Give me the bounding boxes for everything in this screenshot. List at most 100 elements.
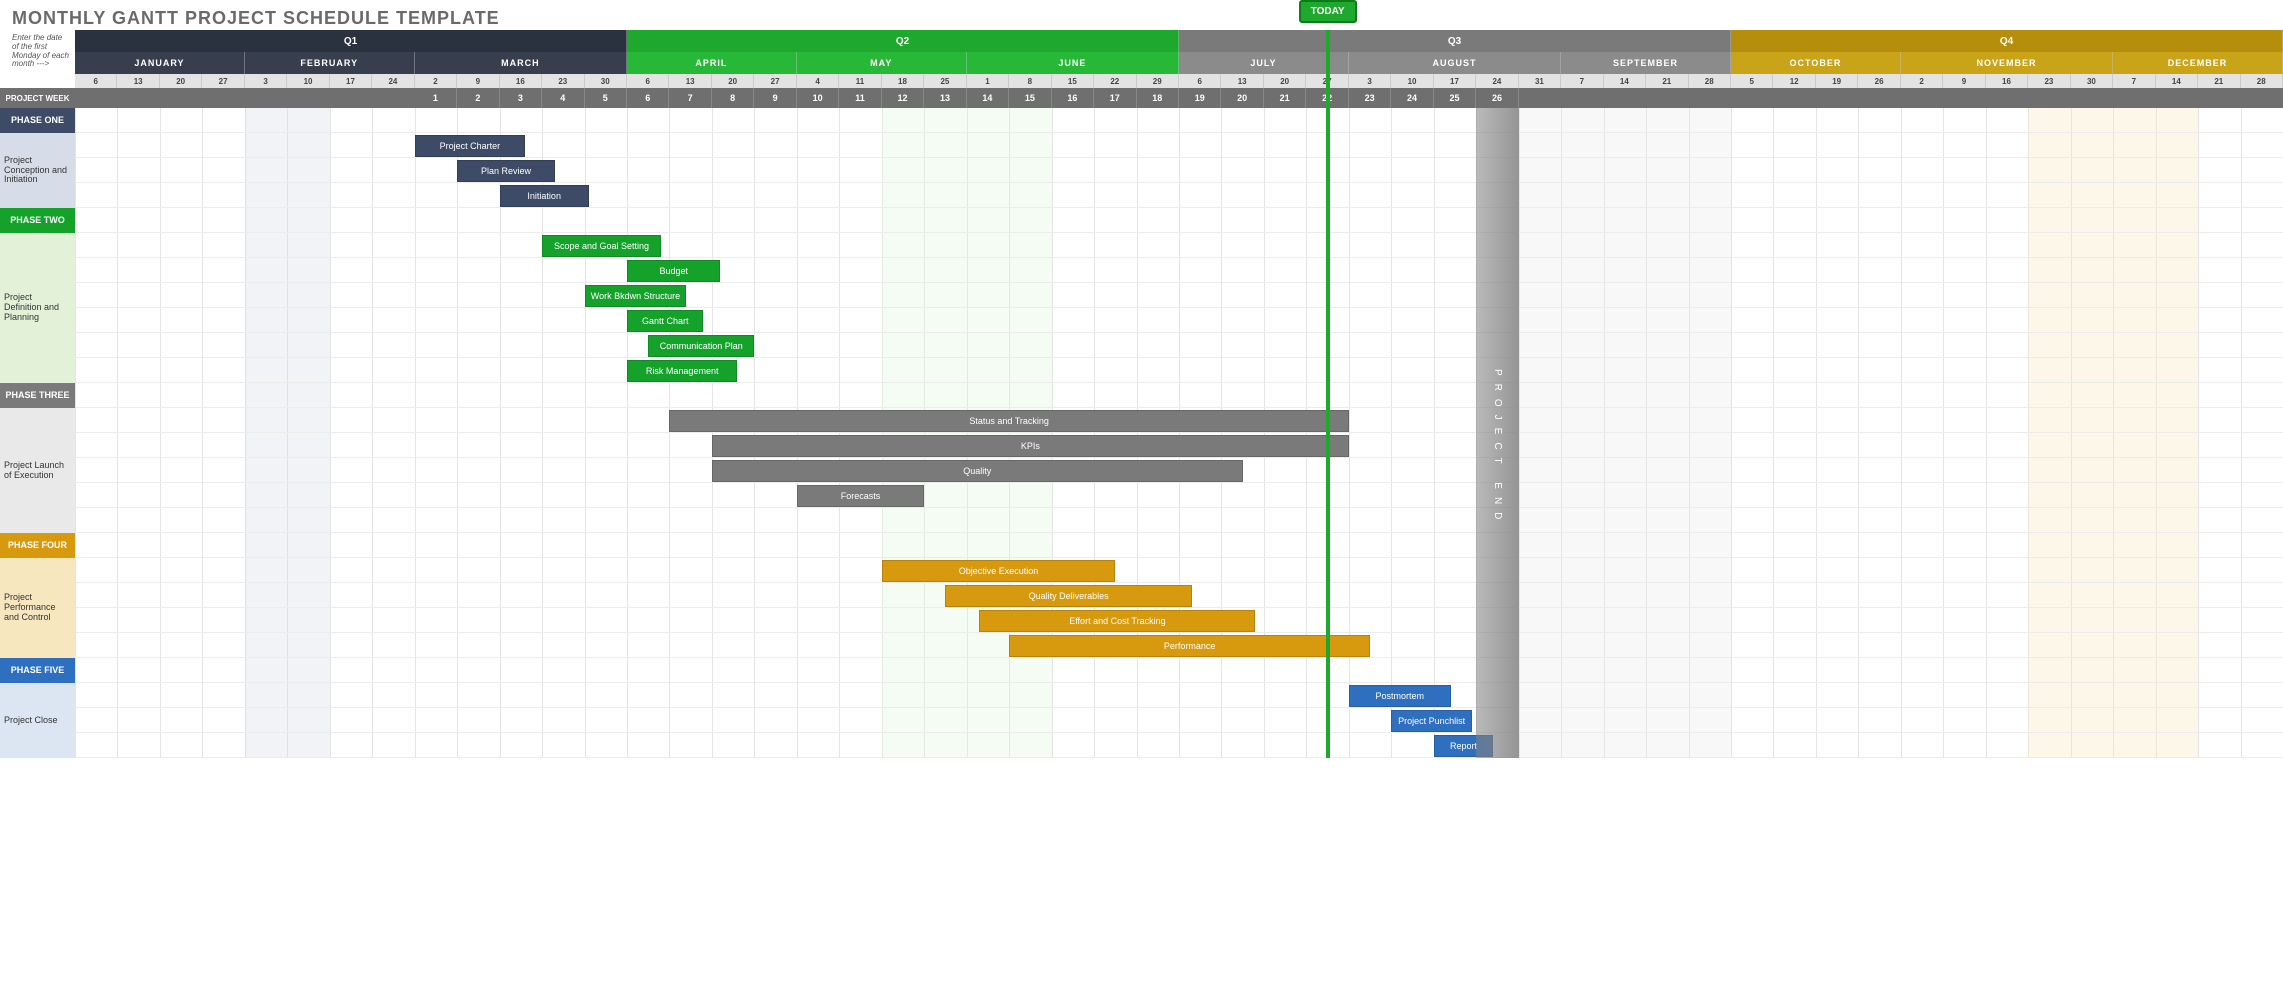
phase-header: PHASE FIVE xyxy=(0,658,75,683)
week-date: 6 xyxy=(627,74,669,88)
gantt-bar[interactable]: Quality Deliverables xyxy=(945,585,1191,607)
phase-header: PHASE FOUR xyxy=(0,533,75,558)
phase-desc: Project Performance and Control xyxy=(0,558,75,658)
week-date: 10 xyxy=(287,74,329,88)
week-date: 13 xyxy=(117,74,159,88)
month-header: APRIL xyxy=(627,52,797,74)
gantt-bar[interactable]: Project Charter xyxy=(415,135,525,157)
phase-desc: Project Conception and Initiation xyxy=(0,133,75,208)
week-date: 8 xyxy=(1009,74,1051,88)
week-date: 23 xyxy=(2028,74,2070,88)
today-marker xyxy=(1326,30,1330,758)
gantt-bar[interactable]: KPIs xyxy=(712,435,1349,457)
week-date: 15 xyxy=(1052,74,1094,88)
quarter-header: Q2 xyxy=(627,30,1179,52)
project-week-num: 6 xyxy=(627,88,669,108)
week-date: 27 xyxy=(754,74,796,88)
project-week-num: 3 xyxy=(500,88,542,108)
week-date: 30 xyxy=(585,74,627,88)
gantt-bar[interactable]: Risk Management xyxy=(627,360,737,382)
project-week-num: 4 xyxy=(542,88,584,108)
today-flag: TODAY xyxy=(1299,0,1357,23)
gantt-bar[interactable]: Project Punchlist xyxy=(1391,710,1472,732)
project-week-num: 24 xyxy=(1391,88,1433,108)
phase-desc: Project Definition and Planning xyxy=(0,233,75,383)
week-date: 14 xyxy=(2156,74,2198,88)
project-week-num: 16 xyxy=(1052,88,1094,108)
phase-header: PHASE ONE xyxy=(0,108,75,133)
week-date: 24 xyxy=(372,74,414,88)
project-week-label: PROJECT WEEK xyxy=(0,88,75,108)
project-week-num: 12 xyxy=(882,88,924,108)
gantt-bar[interactable]: Performance xyxy=(1009,635,1370,657)
project-week-num: 5 xyxy=(585,88,627,108)
gantt-bar[interactable]: Communication Plan xyxy=(648,335,754,357)
week-date: 17 xyxy=(1434,74,1476,88)
week-date: 21 xyxy=(1646,74,1688,88)
week-date: 13 xyxy=(669,74,711,88)
gantt-bar[interactable]: Forecasts xyxy=(797,485,924,507)
project-week-num: 20 xyxy=(1221,88,1263,108)
month-header: AUGUST xyxy=(1349,52,1561,74)
week-date: 17 xyxy=(330,74,372,88)
project-week-num: 25 xyxy=(1434,88,1476,108)
month-header: SEPTEMBER xyxy=(1561,52,1731,74)
week-date: 2 xyxy=(1901,74,1943,88)
month-header: OCTOBER xyxy=(1731,52,1901,74)
gantt-bar[interactable]: Work Bkdwn Structure xyxy=(585,285,687,307)
project-end-marker: PROJECT END xyxy=(1476,108,1518,758)
week-date: 2 xyxy=(415,74,457,88)
project-week-num: 11 xyxy=(839,88,881,108)
week-date: 29 xyxy=(1137,74,1179,88)
week-date: 21 xyxy=(2198,74,2240,88)
week-date: 20 xyxy=(160,74,202,88)
phase-desc: Project Close xyxy=(0,683,75,758)
week-date: 28 xyxy=(2241,74,2283,88)
gantt-bar[interactable]: Plan Review xyxy=(457,160,555,182)
week-date: 31 xyxy=(1519,74,1561,88)
project-week-num: 14 xyxy=(967,88,1009,108)
phase-header: PHASE TWO xyxy=(0,208,75,233)
gantt-bar[interactable]: Status and Tracking xyxy=(669,410,1348,432)
phase-header: PHASE THREE xyxy=(0,383,75,408)
project-week-num: 15 xyxy=(1009,88,1051,108)
gantt-bar[interactable]: Quality xyxy=(712,460,1243,482)
gantt-bar[interactable]: Effort and Cost Tracking xyxy=(979,610,1255,632)
project-week-num: 13 xyxy=(924,88,966,108)
month-header: DECEMBER xyxy=(2113,52,2283,74)
week-date: 16 xyxy=(1986,74,2028,88)
project-week-num: 23 xyxy=(1349,88,1391,108)
week-date: 4 xyxy=(797,74,839,88)
gantt-bar[interactable]: Budget xyxy=(627,260,720,282)
week-date: 20 xyxy=(712,74,754,88)
gantt-bar[interactable]: Gantt Chart xyxy=(627,310,703,332)
month-header: MARCH xyxy=(415,52,627,74)
header-note: Enter the date of the first Monday of ea… xyxy=(0,30,75,78)
week-date: 9 xyxy=(457,74,499,88)
week-date: 26 xyxy=(1858,74,1900,88)
project-week-num: 26 xyxy=(1476,88,1518,108)
gantt-bar[interactable]: Postmortem xyxy=(1349,685,1451,707)
project-week-num: 10 xyxy=(797,88,839,108)
week-date: 24 xyxy=(1476,74,1518,88)
week-date: 25 xyxy=(924,74,966,88)
week-date: 22 xyxy=(1094,74,1136,88)
week-date: 28 xyxy=(1689,74,1731,88)
gantt-bar[interactable]: Objective Execution xyxy=(882,560,1116,582)
project-week-num: 19 xyxy=(1179,88,1221,108)
gantt-bar[interactable]: Initiation xyxy=(500,185,589,207)
month-header: JANUARY xyxy=(75,52,245,74)
week-date: 1 xyxy=(967,74,1009,88)
week-date: 12 xyxy=(1773,74,1815,88)
week-date: 30 xyxy=(2071,74,2113,88)
week-date: 6 xyxy=(75,74,117,88)
week-date: 3 xyxy=(1349,74,1391,88)
week-date: 23 xyxy=(542,74,584,88)
week-date: 27 xyxy=(202,74,244,88)
quarter-header: Q1 xyxy=(75,30,627,52)
gantt-bar[interactable]: Scope and Goal Setting xyxy=(542,235,661,257)
month-header: NOVEMBER xyxy=(1901,52,2113,74)
week-date: 20 xyxy=(1264,74,1306,88)
project-week-num: 2 xyxy=(457,88,499,108)
month-header: MAY xyxy=(797,52,967,74)
